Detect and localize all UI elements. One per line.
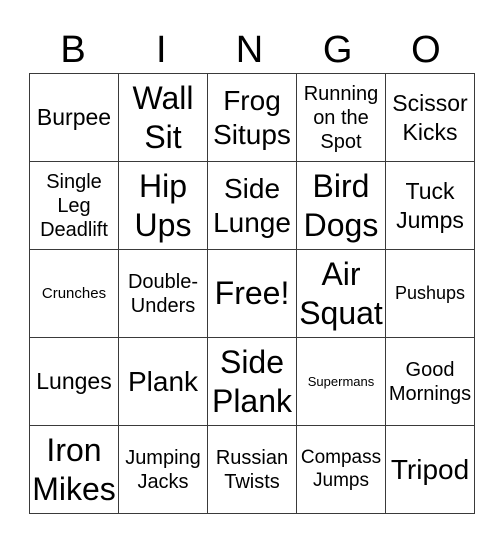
bingo-cell[interactable]: Scissor Kicks: [385, 73, 475, 162]
bingo-cell[interactable]: Wall Sit: [118, 73, 208, 162]
cell-label: Crunches: [41, 284, 107, 302]
cell-label: Free!: [214, 275, 290, 312]
cell-label: Lunges: [36, 368, 112, 395]
bingo-cell[interactable]: Good Mornings: [385, 337, 475, 426]
cell-label: Pushups: [394, 282, 466, 303]
bingo-cell[interactable]: Crunches: [29, 249, 119, 338]
cell-label: Bird Dogs: [303, 168, 379, 243]
cell-label: Air Squat: [299, 256, 383, 331]
cell-label: Frog Situps: [213, 84, 291, 150]
header-letter-n: N: [235, 29, 264, 71]
cell-label: Running on the Spot: [303, 82, 379, 153]
bingo-cell[interactable]: Bird Dogs: [296, 161, 386, 250]
card-row: Lunges Plank Side Plank Supermans Good Morni…: [29, 337, 475, 426]
cell-label: Russian Twists: [215, 446, 289, 493]
cell-label: Side Plank: [211, 344, 293, 419]
bingo-cell[interactable]: Tripod: [385, 425, 475, 514]
bingo-cell[interactable]: Air Squat: [296, 249, 386, 338]
bingo-cell[interactable]: Frog Situps: [207, 73, 297, 162]
cell-label: Plank: [127, 365, 199, 397]
cell-label: Scissor Kicks: [392, 89, 468, 145]
bingo-cell[interactable]: Side Lunge: [207, 161, 297, 250]
header-letter-g: G: [322, 29, 353, 71]
cell-label: Supermans: [307, 373, 375, 389]
header-letter-b: B: [60, 29, 86, 71]
bingo-cell[interactable]: Hip Ups: [118, 161, 208, 250]
bingo-cell[interactable]: Burpee: [29, 73, 119, 162]
bingo-cell[interactable]: Single Leg Deadlift: [29, 161, 119, 250]
card-row: Crunches Double-Unders Free! Air Squat Pushu…: [29, 249, 475, 338]
bingo-card-grid: Burpee Wall Sit Frog Situps Running on the …: [29, 73, 475, 514]
cell-label: Compass Jumps: [300, 446, 382, 491]
bingo-cell[interactable]: Side Plank: [207, 337, 297, 426]
cell-label: Tripod: [390, 453, 470, 485]
bingo-cell[interactable]: Compass Jumps: [296, 425, 386, 514]
cell-label: Side Lunge: [213, 172, 291, 238]
header-letter-i: I: [156, 29, 167, 71]
bingo-cell[interactable]: Iron Mikes: [29, 425, 119, 514]
cell-label: Good Mornings: [388, 358, 472, 405]
bingo-cell[interactable]: Plank: [118, 337, 208, 426]
bingo-cell[interactable]: Tuck Jumps: [385, 161, 475, 250]
cell-label: Burpee: [36, 104, 112, 131]
cell-label: Tuck Jumps: [396, 177, 464, 233]
cell-label: Double-Unders: [127, 270, 199, 317]
cell-label: Iron Mikes: [32, 432, 116, 507]
cell-label: Jumping Jacks: [125, 446, 201, 493]
bingo-cell[interactable]: Double-Unders: [118, 249, 208, 338]
cell-label: Wall Sit: [132, 80, 194, 155]
bingo-cell[interactable]: Running on the Spot: [296, 73, 386, 162]
card-row: Single Leg Deadlift Hip Ups Side Lunge Bird…: [29, 161, 475, 250]
bingo-cell[interactable]: Jumping Jacks: [118, 425, 208, 514]
card-row: Iron Mikes Jumping Jacks Russian Twists Com…: [29, 425, 475, 514]
card-row: Burpee Wall Sit Frog Situps Running on the …: [29, 73, 475, 162]
bingo-cell[interactable]: Lunges: [29, 337, 119, 426]
bingo-header: B I N G O: [29, 28, 470, 73]
cell-label: Hip Ups: [134, 168, 192, 243]
header-letter-o: O: [411, 29, 441, 71]
cell-label: Single Leg Deadlift: [40, 170, 108, 241]
bingo-cell[interactable]: Supermans: [296, 337, 386, 426]
bingo-cell[interactable]: Pushups: [385, 249, 475, 338]
free-space-cell[interactable]: Free!: [207, 249, 297, 338]
bingo-cell[interactable]: Russian Twists: [207, 425, 297, 514]
